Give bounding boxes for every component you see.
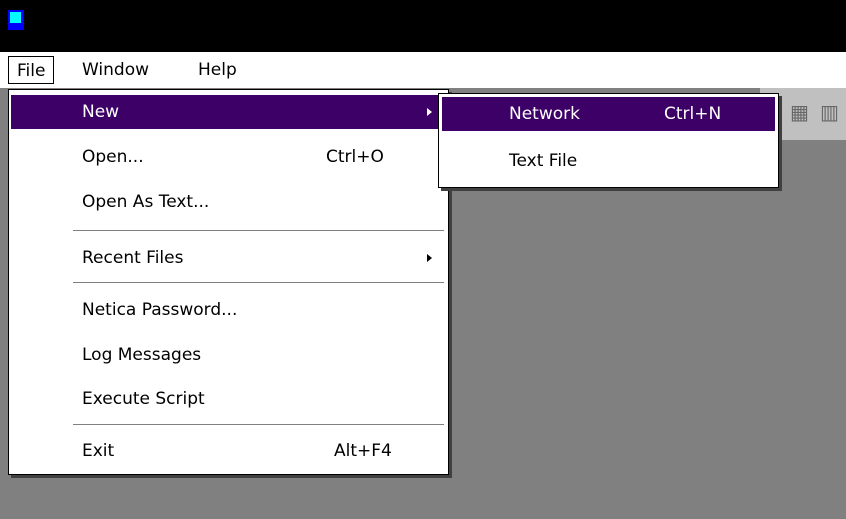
menu-item-open[interactable]: Open... Ctrl+O: [11, 140, 446, 174]
menu-item-open-as-text[interactable]: Open As Text...: [11, 185, 446, 219]
menu-item-text-file[interactable]: Text File: [441, 144, 776, 178]
menu-item-network[interactable]: Network Ctrl+N: [442, 97, 775, 131]
menu-item-label: Exit: [82, 441, 115, 461]
menu-item-log-messages[interactable]: Log Messages: [11, 338, 446, 372]
submenu-arrow-icon: [427, 254, 432, 262]
menu-item-netica-password[interactable]: Netica Password...: [11, 293, 446, 327]
submenu-arrow-icon: [427, 108, 432, 116]
file-menu: New Open... Ctrl+O Open As Text... Recen…: [8, 89, 449, 475]
menu-item-exit[interactable]: Exit Alt+F4: [11, 434, 446, 468]
shortcut-text: Ctrl+N: [664, 104, 722, 124]
menu-item-label: Netica Password...: [82, 300, 238, 320]
new-submenu: Network Ctrl+N Text File: [438, 93, 779, 188]
menu-item-label: Execute Script: [82, 389, 205, 409]
menu-item-execute-script[interactable]: Execute Script: [11, 382, 446, 416]
menu-help[interactable]: Help: [190, 56, 245, 84]
menu-item-recent-files[interactable]: Recent Files: [11, 241, 446, 275]
app-icon[interactable]: [8, 10, 24, 30]
menu-file[interactable]: File: [8, 56, 55, 84]
menu-item-label: Open...: [82, 147, 144, 167]
menu-bar: File Window Help: [0, 52, 846, 88]
menu-item-label: Recent Files: [82, 248, 184, 268]
title-bar: [0, 0, 846, 52]
toolbar-glyph-icon[interactable]: ▥: [820, 100, 839, 124]
menu-item-label: Network: [509, 104, 580, 124]
shortcut-text: Alt+F4: [334, 441, 392, 461]
menu-item-new[interactable]: New: [11, 95, 446, 129]
menu-item-label: New: [82, 102, 120, 122]
menu-item-label: Text File: [509, 151, 578, 171]
menu-item-label: Log Messages: [82, 345, 202, 365]
menu-separator: [73, 230, 444, 232]
shortcut-text: Ctrl+O: [326, 147, 384, 167]
menu-window[interactable]: Window: [74, 56, 157, 84]
menu-separator: [73, 282, 444, 284]
menu-item-label: Open As Text...: [82, 192, 210, 212]
menu-separator: [73, 424, 444, 426]
toolbar-glyph-icon[interactable]: ▦: [790, 100, 809, 124]
